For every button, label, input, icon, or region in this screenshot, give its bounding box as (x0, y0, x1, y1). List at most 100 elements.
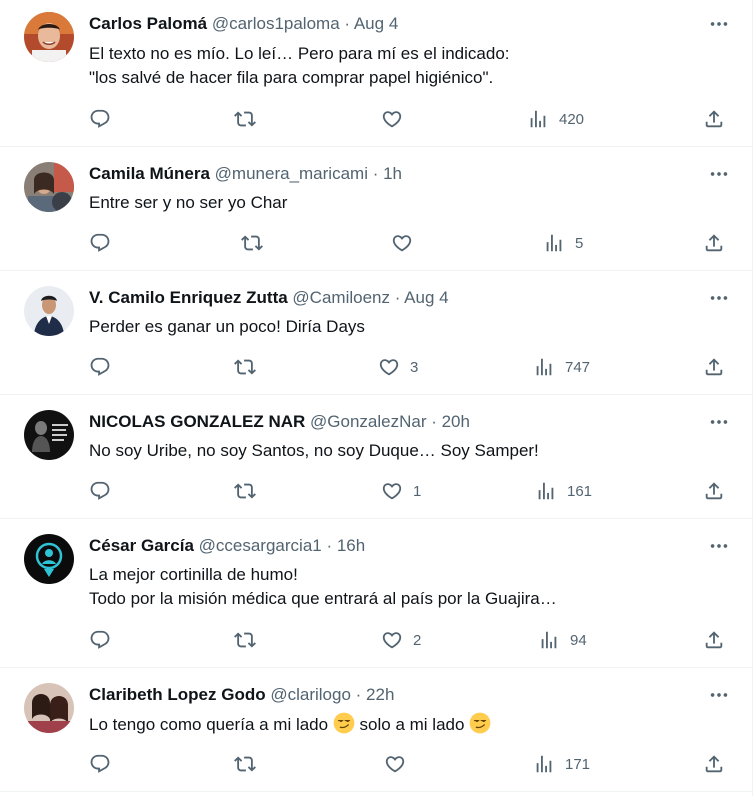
avatar[interactable] (24, 162, 74, 212)
views-count: 171 (565, 755, 591, 773)
like-button[interactable]: 2 (381, 628, 421, 652)
more-options-icon[interactable] (708, 287, 730, 309)
display-name[interactable]: Claribeth Lopez Godo (89, 685, 266, 704)
user-handle[interactable]: @Camiloenz (292, 288, 390, 307)
like-count: 2 (413, 631, 422, 649)
more-options-icon[interactable] (708, 411, 730, 433)
like-button[interactable] (384, 752, 406, 776)
user-handle[interactable]: @ccesargarcia1 (199, 536, 322, 555)
like-count: 1 (413, 482, 422, 500)
separator: · (350, 685, 367, 704)
timestamp[interactable]: 1h (383, 164, 402, 183)
reply-icon (89, 108, 111, 130)
tweet-header: Carlos Palomá @carlos1paloma · Aug 4 (89, 13, 398, 35)
retweet-icon (234, 480, 256, 502)
more-options-icon[interactable] (708, 684, 730, 706)
views-icon (543, 232, 565, 254)
tweet-camila-munera[interactable]: Camila Múnera @munera_maricami · 1h Entr… (0, 147, 752, 271)
share-button[interactable] (703, 752, 725, 776)
heart-icon (378, 356, 400, 378)
heart-icon (391, 232, 413, 254)
share-button[interactable] (703, 355, 725, 379)
retweet-icon (234, 629, 256, 651)
like-button[interactable]: 1 (381, 479, 421, 503)
tweet-text-part: Lo tengo como quería a mi lado (89, 715, 333, 734)
tweet-text: No soy Uribe, no soy Santos, no soy Duqu… (89, 441, 539, 460)
separator: · (321, 536, 337, 555)
share-button[interactable] (703, 231, 725, 255)
display-name[interactable]: V. Camilo Enriquez Zutta (89, 288, 288, 307)
like-button[interactable]: 3 (378, 355, 418, 379)
user-handle[interactable]: @carlos1paloma (212, 14, 340, 33)
tweet-carlos-paloma[interactable]: Carlos Palomá @carlos1paloma · Aug 4 El … (0, 0, 752, 147)
smirking-face-icon (333, 712, 355, 734)
views-button[interactable]: 420 (527, 107, 584, 131)
timestamp[interactable]: 16h (337, 536, 365, 555)
like-button[interactable] (381, 107, 403, 131)
tweet-nicolas-gonzalez[interactable]: NICOLAS GONZALEZ NAR @GonzalezNar · 20h … (0, 395, 752, 519)
timestamp[interactable]: Aug 4 (404, 288, 448, 307)
reply-button[interactable] (89, 355, 111, 379)
display-name[interactable]: Camila Múnera (89, 164, 210, 183)
reply-button[interactable] (89, 752, 111, 776)
separator: · (367, 164, 384, 183)
retweet-button[interactable] (234, 479, 256, 503)
views-button[interactable]: 171 (533, 752, 590, 776)
timestamp[interactable]: 20h (442, 412, 470, 431)
views-icon (538, 629, 560, 651)
reply-icon (89, 753, 111, 775)
like-count: 3 (410, 358, 419, 376)
views-button[interactable]: 5 (543, 231, 583, 255)
avatar[interactable] (24, 410, 74, 460)
reply-button[interactable] (89, 628, 111, 652)
views-count: 5 (575, 234, 584, 252)
tweet-camilo-enriquez[interactable]: V. Camilo Enriquez Zutta @Camiloenz · Au… (0, 271, 752, 395)
tweet-text: Lo tengo como quería a mi lado solo a mi… (89, 712, 729, 737)
tweet-claribeth-lopez[interactable]: Claribeth Lopez Godo @clarilogo · 22h Lo… (0, 668, 752, 792)
retweet-icon (241, 232, 263, 254)
timestamp[interactable]: Aug 4 (354, 14, 398, 33)
retweet-button[interactable] (234, 355, 256, 379)
heart-icon (381, 629, 403, 651)
display-name[interactable]: César García (89, 536, 194, 555)
tweet-actions: 420 (0, 107, 752, 131)
views-button[interactable]: 161 (535, 479, 592, 503)
timestamp[interactable]: 22h (366, 685, 394, 704)
more-options-icon[interactable] (708, 13, 730, 35)
retweet-button[interactable] (234, 752, 256, 776)
tweet-actions: 3 747 (0, 355, 752, 379)
user-handle[interactable]: @munera_maricami (215, 164, 368, 183)
avatar[interactable] (24, 534, 74, 584)
smirking-face-icon (469, 712, 491, 734)
display-name[interactable]: NICOLAS GONZALEZ NAR (89, 412, 305, 431)
avatar[interactable] (24, 286, 74, 336)
display-name[interactable]: Carlos Palomá (89, 14, 207, 33)
reply-icon (89, 356, 111, 378)
retweet-button[interactable] (234, 628, 256, 652)
reply-button[interactable] (89, 479, 111, 503)
views-icon (533, 753, 555, 775)
views-button[interactable]: 747 (533, 355, 590, 379)
tweet-header: V. Camilo Enriquez Zutta @Camiloenz · Au… (89, 287, 449, 309)
share-button[interactable] (703, 107, 725, 131)
user-handle[interactable]: @GonzalezNar (310, 412, 426, 431)
reply-button[interactable] (89, 231, 111, 255)
avatar[interactable] (24, 12, 74, 62)
reply-button[interactable] (89, 107, 111, 131)
tweet-text: Perder es ganar un poco! Diría Days (89, 317, 365, 336)
user-handle[interactable]: @clarilogo (270, 685, 351, 704)
views-count: 747 (565, 358, 591, 376)
views-button[interactable]: 94 (538, 628, 587, 652)
share-button[interactable] (703, 479, 725, 503)
retweet-button[interactable] (241, 231, 263, 255)
more-options-icon[interactable] (708, 535, 730, 557)
views-icon (533, 356, 555, 378)
retweet-button[interactable] (234, 107, 256, 131)
more-options-icon[interactable] (708, 163, 730, 185)
share-button[interactable] (703, 628, 725, 652)
like-button[interactable] (391, 231, 413, 255)
avatar[interactable] (24, 683, 74, 733)
reply-icon (89, 480, 111, 502)
tweet-cesar-garcia[interactable]: César García @ccesargarcia1 · 16h La mej… (0, 519, 752, 668)
separator: · (390, 288, 405, 307)
